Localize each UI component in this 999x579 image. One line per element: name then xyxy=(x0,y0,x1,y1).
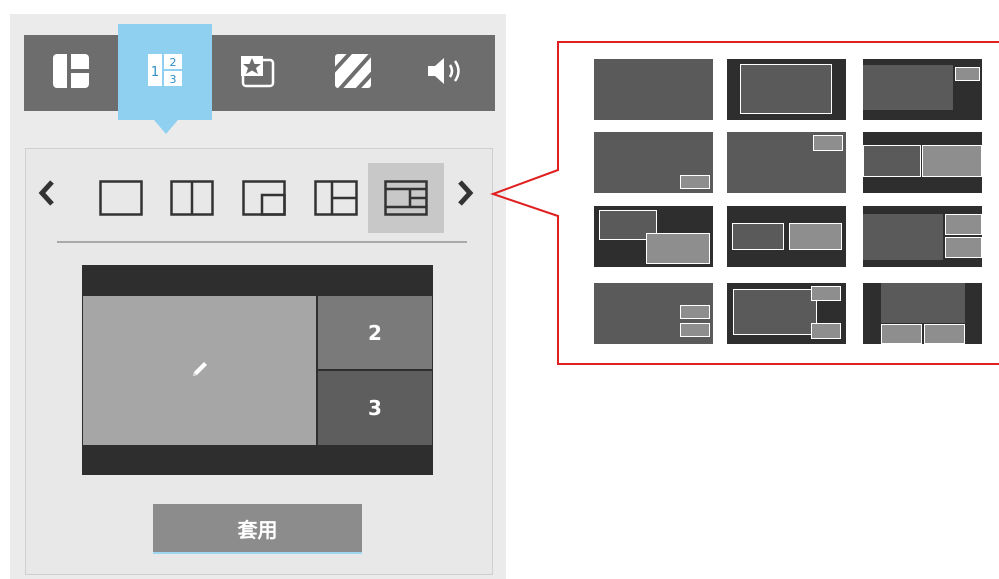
layout-tile-full[interactable] xyxy=(594,59,713,120)
layout-tile-two-small-bottom-right[interactable] xyxy=(594,283,713,344)
tile-region xyxy=(863,145,921,177)
layout-gallery xyxy=(558,42,999,364)
tile-region xyxy=(680,323,710,337)
tile-region xyxy=(945,237,982,258)
tile-region xyxy=(680,305,710,319)
tile-region xyxy=(732,223,784,250)
tile-region xyxy=(594,59,713,120)
tile-region xyxy=(881,283,965,323)
tile-region xyxy=(733,289,817,335)
layout-tile-split-with-bars[interactable] xyxy=(863,132,982,193)
tile-region xyxy=(863,65,953,110)
tile-region xyxy=(646,233,710,264)
layout-tile-pip-top-right-dark[interactable] xyxy=(863,59,982,120)
tile-region xyxy=(813,135,843,151)
tile-region xyxy=(945,214,982,235)
tile-region xyxy=(863,214,943,260)
tile-region xyxy=(922,145,982,177)
layout-tile-letterbox-box[interactable] xyxy=(727,59,846,120)
layout-tile-pip-top-right-light[interactable] xyxy=(727,132,846,193)
layout-tile-overlap-diagonal[interactable] xyxy=(594,206,713,267)
layout-tile-main-right-stack[interactable] xyxy=(863,206,982,267)
tile-region xyxy=(955,67,980,81)
tile-region xyxy=(924,324,965,344)
layout-tile-two-boxes-dark[interactable] xyxy=(727,206,846,267)
tile-region xyxy=(811,286,841,301)
tile-region xyxy=(680,175,710,189)
tile-region xyxy=(740,64,832,114)
tile-region xyxy=(881,324,922,344)
layout-tile-main-top-two-bottom[interactable] xyxy=(863,283,982,344)
tile-region xyxy=(789,223,842,250)
layout-tile-box-with-two-corners[interactable] xyxy=(727,283,846,344)
layout-tile-pip-bottom-right[interactable] xyxy=(594,132,713,193)
tile-region xyxy=(811,323,841,339)
